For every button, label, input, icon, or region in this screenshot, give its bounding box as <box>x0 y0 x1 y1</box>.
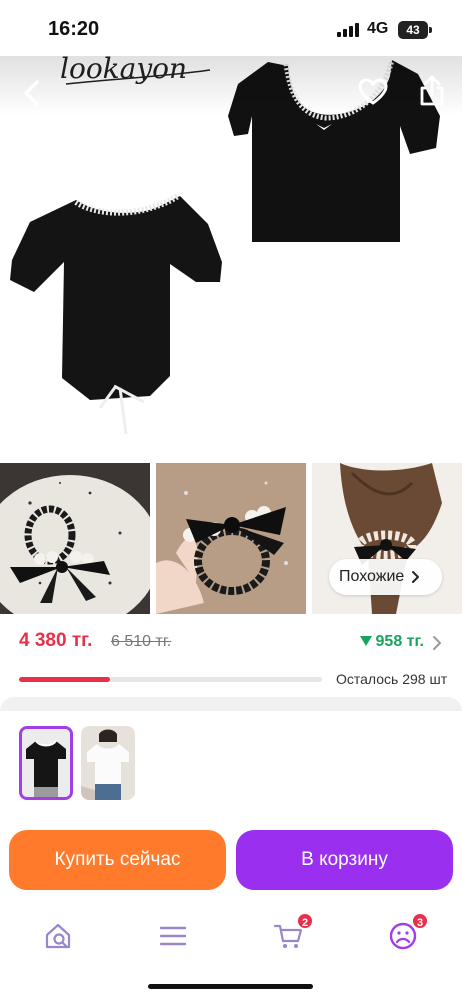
home-indicator <box>148 984 313 989</box>
cart-badge: 2 <box>296 912 314 930</box>
share-button[interactable] <box>414 72 450 110</box>
bottom-tab-bar: 2 3 <box>0 906 462 976</box>
chevron-right-icon <box>412 571 420 583</box>
stock-remaining: Осталось 298 шт <box>336 671 448 687</box>
heart-icon <box>358 78 388 105</box>
down-triangle-icon <box>359 636 372 646</box>
product-photo-black-top-icon: lookayon <box>0 56 462 462</box>
section-divider <box>0 697 462 711</box>
share-icon <box>420 75 444 106</box>
stock-progress-fill <box>19 677 110 682</box>
white-top-variant-icon <box>81 726 135 800</box>
tab-catalog[interactable] <box>153 916 193 956</box>
price-row: 4 380 тг. 6 510 тг. 958 тг. <box>19 630 444 656</box>
back-button[interactable] <box>14 76 48 110</box>
similar-button[interactable]: Похожие <box>329 559 442 595</box>
discount-value: 958 тг. <box>375 633 424 650</box>
variant-option[interactable] <box>81 726 135 800</box>
hair-tie-in-hand-icon <box>156 463 306 614</box>
tab-cart[interactable]: 2 <box>268 912 314 956</box>
black-top-variant-icon <box>22 729 70 797</box>
home-search-icon <box>45 923 71 949</box>
chevron-left-icon <box>24 80 39 106</box>
variant-option-selected[interactable] <box>19 726 73 800</box>
tab-home[interactable] <box>38 916 78 956</box>
menu-icon <box>159 926 187 946</box>
hair-tie-on-plate-icon <box>0 463 150 614</box>
battery-tip <box>429 27 432 33</box>
purchase-action-bar: Купить сейчас В корзину <box>0 818 462 906</box>
tab-profile[interactable]: 3 <box>383 912 429 956</box>
chevron-right-icon[interactable] <box>430 633 444 653</box>
similar-label: Похожие <box>339 568 405 585</box>
status-bar: 16:20 4G 43 <box>0 0 462 56</box>
battery-icon: 43 <box>398 21 428 39</box>
gallery-thumbnail[interactable] <box>0 463 150 614</box>
buy-now-button[interactable]: Купить сейчас <box>9 830 226 890</box>
favorite-button[interactable] <box>354 74 392 110</box>
gallery-thumbnail[interactable] <box>156 463 306 614</box>
price-current: 4 380 тг. <box>19 630 93 651</box>
product-hero-image[interactable]: lookayon <box>0 56 462 462</box>
signal-icon <box>337 23 361 37</box>
stock-progress-bar <box>19 677 322 682</box>
add-to-cart-button[interactable]: В корзину <box>236 830 453 890</box>
network-label: 4G <box>367 20 389 37</box>
profile-badge: 3 <box>411 912 429 930</box>
price-old: 6 510 тг. <box>111 633 172 650</box>
status-time: 16:20 <box>48 18 100 40</box>
discount-amount[interactable]: 958 тг. <box>359 633 424 651</box>
